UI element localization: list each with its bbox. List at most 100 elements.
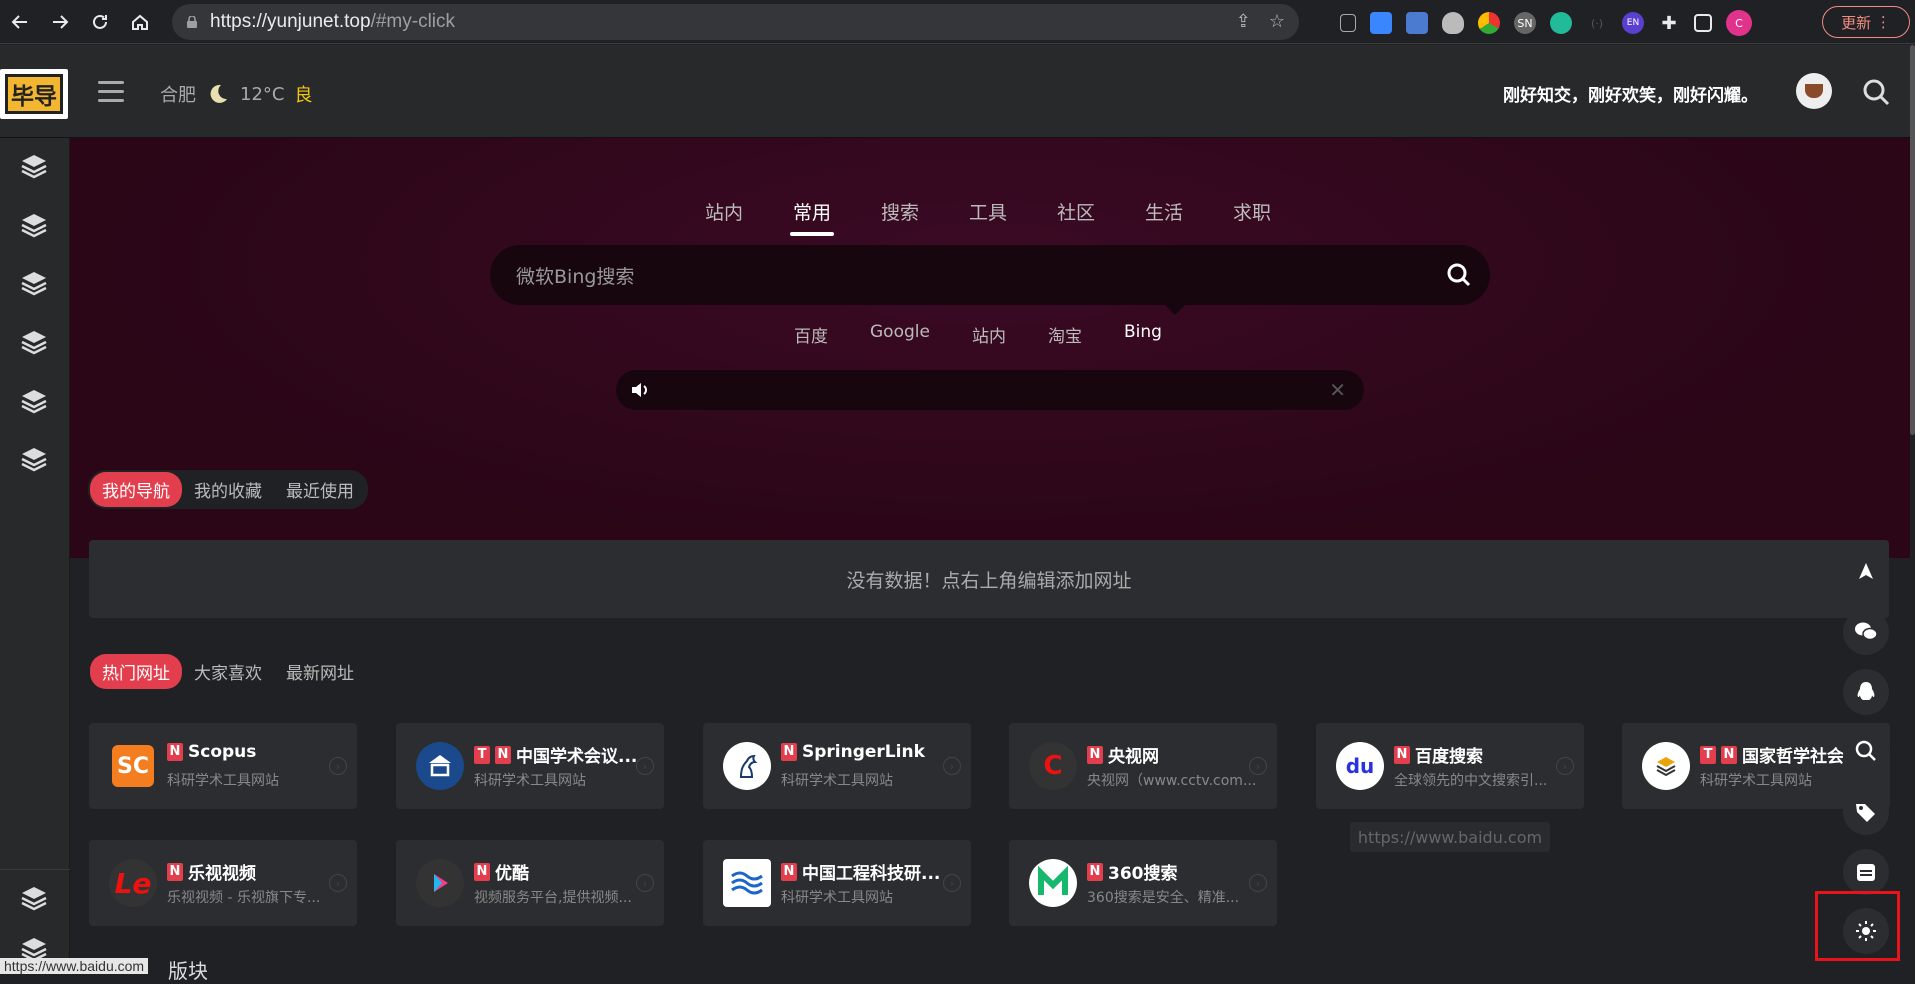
site-card[interactable]: N 360搜索 360搜索是安全、精准... › <box>1009 840 1277 926</box>
back-icon[interactable] <box>0 2 40 42</box>
chevron-right-icon[interactable]: › <box>1556 757 1574 775</box>
extension-doc-icon[interactable] <box>1406 12 1428 34</box>
layers-icon[interactable] <box>19 211 49 241</box>
puzzle-icon[interactable]: ✚ <box>1658 12 1680 34</box>
extension-blue-icon[interactable] <box>1370 12 1392 34</box>
chevron-right-icon[interactable]: › <box>329 757 347 775</box>
wechat-button[interactable] <box>1843 609 1889 655</box>
tab-hot-sites[interactable]: 热门网址 <box>90 654 182 689</box>
lock-icon <box>187 16 197 28</box>
tab-site[interactable]: 站内 <box>700 198 748 225</box>
site-card[interactable]: Le N 乐视视频 乐视视频 - 乐视旗下专... › <box>89 840 357 926</box>
tab-life[interactable]: 生活 <box>1140 198 1188 225</box>
user-avatar[interactable] <box>1796 73 1832 109</box>
share-icon[interactable]: ⇪ <box>1236 11 1251 32</box>
search-input[interactable]: 微软Bing搜索 <box>490 245 1490 305</box>
engine-baidu[interactable]: 百度 <box>794 322 828 347</box>
slogan-text: 刚好知交，刚好欢笑，刚好闪耀。 <box>1503 86 1758 106</box>
search-float-button[interactable] <box>1843 728 1889 774</box>
my-nav-tabs: 我的导航 我的收藏 最近使用 <box>88 470 368 509</box>
extension-green-icon[interactable] <box>1550 12 1572 34</box>
calendar-button[interactable] <box>1843 849 1889 895</box>
audio-player[interactable]: ✕ <box>616 370 1364 410</box>
philosophy-logo-icon <box>1642 742 1690 790</box>
chevron-right-icon[interactable]: › <box>943 874 961 892</box>
site-card[interactable]: T N 中国学术会议... 科研学术工具网站 › <box>396 723 664 809</box>
chevron-right-icon[interactable]: › <box>943 757 961 775</box>
tab-community[interactable]: 社区 <box>1052 198 1100 225</box>
tab-my-favorites[interactable]: 我的收藏 <box>182 472 274 507</box>
card-desc: 科研学术工具网站 <box>167 773 279 789</box>
site-logo[interactable]: 毕导 <box>0 69 68 119</box>
left-sidebar <box>0 138 70 974</box>
sidepanel-icon[interactable] <box>1694 14 1712 32</box>
badge-new: N <box>1394 745 1410 764</box>
layers-icon[interactable] <box>19 269 49 299</box>
tab-popular[interactable]: 大家喜欢 <box>182 654 274 689</box>
weather-widget[interactable]: 合肥 12°C 良 <box>160 81 312 107</box>
extension-shield-icon[interactable] <box>1442 12 1464 34</box>
bookmark-star-icon[interactable]: ☆ <box>1269 11 1285 32</box>
layers-icon[interactable] <box>19 884 49 914</box>
extension-sn-icon[interactable]: SN <box>1514 12 1536 34</box>
extension-blank-icon[interactable]: (·) <box>1586 12 1608 34</box>
chevron-right-icon[interactable]: › <box>1249 874 1267 892</box>
tab-common[interactable]: 常用 <box>788 198 836 236</box>
profile-avatar-icon[interactable]: C <box>1726 10 1752 36</box>
engine-site[interactable]: 站内 <box>972 322 1006 347</box>
layers-icon[interactable] <box>19 152 49 182</box>
menu-icon[interactable] <box>98 81 124 103</box>
layers-icon[interactable] <box>19 387 49 417</box>
tab-jobs[interactable]: 求职 <box>1228 198 1276 225</box>
site-card[interactable]: N SpringerLink 科研学术工具网站 › <box>703 723 971 809</box>
tab-my-nav[interactable]: 我的导航 <box>90 472 182 507</box>
moon-icon <box>210 84 227 103</box>
address-bar[interactable]: https://yunjunet.top/#my-click ⇪ ☆ <box>172 4 1299 40</box>
tab-search[interactable]: 搜索 <box>876 198 924 225</box>
engine-bing[interactable]: Bing <box>1124 322 1162 347</box>
tags-button[interactable] <box>1843 789 1889 835</box>
tab-newest[interactable]: 最新网址 <box>274 654 366 689</box>
site-card[interactable]: N 中国工程科技研... 科研学术工具网站 › <box>703 840 971 926</box>
layers-icon[interactable] <box>19 445 49 475</box>
engine-taobao[interactable]: 淘宝 <box>1048 322 1082 347</box>
back-to-top-button[interactable] <box>1843 548 1889 594</box>
page-scrollbar[interactable] <box>1910 45 1915 974</box>
chevron-right-icon[interactable]: › <box>329 874 347 892</box>
card-title: N SpringerLink <box>781 742 961 762</box>
layers-icon[interactable] <box>19 328 49 358</box>
qq-button[interactable] <box>1843 669 1889 715</box>
tab-tools[interactable]: 工具 <box>964 198 1012 225</box>
card-desc: 360搜索是安全、精准... <box>1087 890 1240 906</box>
baidu-paw-icon: du <box>1336 742 1384 790</box>
card-title: N 优酷 <box>474 859 654 884</box>
search-icon[interactable] <box>1446 262 1472 288</box>
chevron-right-icon[interactable]: › <box>636 757 654 775</box>
tab-recent[interactable]: 最近使用 <box>274 472 366 507</box>
reload-icon[interactable] <box>80 2 120 42</box>
section-title: 版块 <box>168 959 208 983</box>
site-card[interactable]: du N 百度搜索 全球领先的中文搜索引... › <box>1316 723 1584 809</box>
extension-color-icon[interactable] <box>1478 12 1500 34</box>
site-card[interactable]: SC N Scopus 科研学术工具网站 › <box>89 723 357 809</box>
home-icon[interactable] <box>120 2 160 42</box>
card-title-text: 中国工程科技研... <box>802 864 941 884</box>
card-title: N 中国工程科技研... <box>781 859 961 884</box>
extension-copy-icon[interactable] <box>1340 14 1356 32</box>
card-title-text: 360搜索 <box>1108 864 1178 884</box>
highlight-box <box>1815 891 1900 961</box>
forward-icon[interactable] <box>40 2 80 42</box>
extension-en-icon[interactable]: EN <box>1622 12 1644 34</box>
chevron-right-icon[interactable]: › <box>636 874 654 892</box>
site-card[interactable]: N 优酷 视频服务平台,提供视频... › <box>396 840 664 926</box>
chevron-right-icon[interactable]: › <box>1249 757 1267 775</box>
card-title: N 乐视视频 <box>167 859 347 884</box>
update-button[interactable]: 更新 ⋮ <box>1822 6 1910 38</box>
card-desc: 视频服务平台,提供视频... <box>474 890 632 906</box>
close-icon[interactable]: ✕ <box>1329 378 1346 402</box>
scrollbar-thumb[interactable] <box>1910 45 1915 435</box>
site-card[interactable]: C N 央视网 央视网（www.cctv.com... › <box>1009 723 1277 809</box>
speaker-icon[interactable] <box>630 382 650 398</box>
engine-google[interactable]: Google <box>870 322 930 347</box>
header-search-icon[interactable] <box>1862 78 1890 106</box>
